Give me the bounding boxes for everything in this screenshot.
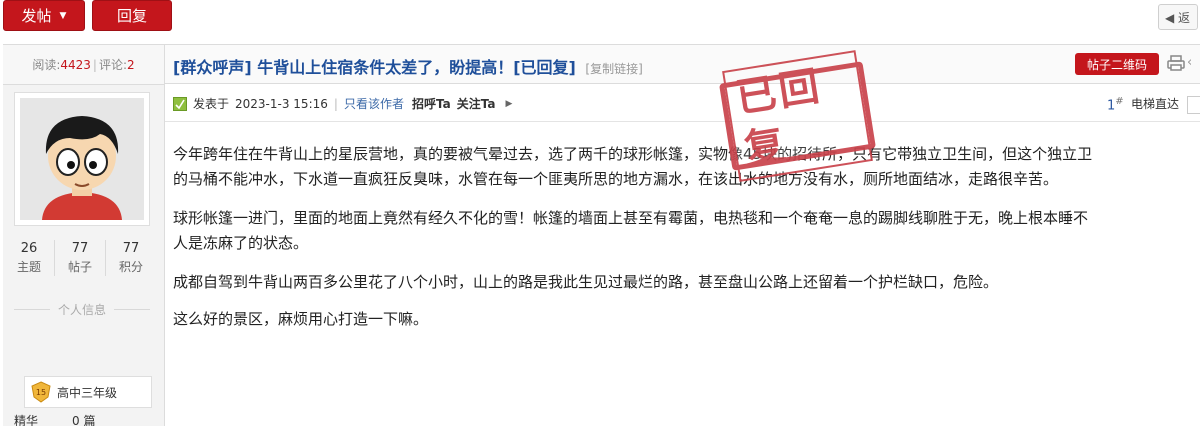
back-button[interactable]: ◀ 返: [1158, 4, 1198, 30]
post-body: 今年跨年住在牛背山上的星辰营地，真的要被气晕过去，选了两千的球形帐篷，实物像45…: [173, 142, 1200, 346]
jump-to-floor: 电梯直达: [1131, 95, 1200, 114]
only-author-link[interactable]: 只看该作者: [344, 95, 404, 112]
views-label: 阅读:: [32, 58, 61, 72]
featured-label: 精华: [14, 414, 39, 426]
personal-info-divider: 个人信息: [14, 301, 151, 318]
stat-points-count: 77: [122, 241, 140, 256]
top-toolbar: 发帖 ▼ 回复 ◀ 返: [0, 0, 1200, 44]
post-paragraph-4: 这么好的景区，麻烦用心打造一下嘛。: [173, 310, 429, 328]
post-paragraph-2-line-1: 球形帐篷一进门，里面的地面上竟然有经久不化的雪！帐篷的墙面上甚至有霉菌，电热毯和…: [173, 209, 1089, 227]
stats-divider: |: [92, 57, 97, 72]
post-paragraph-2: 球形帐篷一进门，里面的地面上竟然有经久不化的雪！帐篷的墙面上甚至有霉菌，电热毯和…: [173, 206, 1200, 256]
jump-to-floor-label: 电梯直达: [1131, 97, 1180, 111]
user-level: 15 高中三年级: [24, 376, 152, 408]
divider-line-right: [114, 309, 151, 310]
stat-topics-count: 26: [20, 241, 38, 256]
post-paragraph-2-line-2: 人是冻麻了的状态。: [173, 234, 309, 252]
arrow-left-icon[interactable]: ‹: [1187, 55, 1192, 70]
post-paragraph-1: 今年跨年住在牛背山上的星辰营地，真的要被气晕过去，选了两千的球形帐篷，实物像45…: [173, 142, 1200, 192]
stat-posts[interactable]: 77 帖子: [55, 240, 106, 276]
greet-link[interactable]: 招呼Ta: [412, 95, 451, 112]
stat-topics[interactable]: 26 主题: [4, 240, 55, 276]
triangle-right-icon[interactable]: ▶: [505, 99, 512, 109]
print-icon[interactable]: [1167, 54, 1185, 72]
thread-title-bar: [群众呼声] 牛背山上住宿条件太差了，盼提高！[已回复] [复制链接] 帖子二维…: [165, 44, 1200, 84]
post-paragraph-1-line-2: 的马桶不能冲水，下水道一直疯狂反臭味，水管在每一个匪夷所思的地方漏水，在该出水的…: [173, 170, 1059, 188]
copy-link-button[interactable]: [复制链接]: [585, 62, 642, 76]
jump-to-floor-input[interactable]: [1186, 95, 1200, 114]
qr-code-button[interactable]: 帖子二维码: [1075, 53, 1159, 75]
reply-button-label: 回复: [116, 7, 147, 25]
replies-count: 2: [127, 57, 135, 72]
stat-points-label: 积分: [118, 260, 143, 274]
level-shield-icon: 15: [31, 381, 51, 403]
follow-link[interactable]: 关注Ta: [457, 95, 496, 112]
post-button[interactable]: 发帖 ▼: [3, 0, 85, 31]
level-label: 高中三年级: [57, 385, 118, 400]
floor-number-suffix: #: [1115, 96, 1124, 107]
stat-topics-label: 主题: [16, 260, 41, 274]
online-status-icon: [173, 96, 187, 111]
meta-divider: |: [333, 96, 338, 111]
post-paragraph-3: 成都自驾到牛背山两百多公里花了八个小时，山上的路是我此生见过最烂的路，甚至盘山公…: [173, 273, 999, 291]
replies-label: 评论:: [98, 58, 128, 72]
post-paragraph-1-line-1: 今年跨年住在牛背山上的星辰营地，真的要被气晕过去，选了两千的球形帐篷，实物像45…: [173, 145, 1093, 163]
post-meta: 发表于 2023-1-3 15:16 | 只看该作者 招呼Ta 关注Ta ▶: [173, 95, 512, 112]
stat-posts-count: 77: [71, 241, 89, 256]
post-meta-bar: 发表于 2023-1-3 15:16 | 只看该作者 招呼Ta 关注Ta ▶ 1…: [165, 84, 1200, 122]
personal-info-label: 个人信息: [58, 303, 107, 317]
featured-count: 精华 0 篇: [14, 412, 95, 426]
stat-points[interactable]: 77 积分: [106, 240, 156, 276]
thread-stats: 阅读: 4423 | 评论: 2: [3, 45, 164, 85]
author-stats: 26 主题 77 帖子 77 积分: [4, 240, 156, 276]
avatar[interactable]: [14, 92, 150, 226]
reply-button[interactable]: 回复: [92, 0, 172, 31]
replied-stamp-text: 已回复: [722, 50, 873, 182]
thread-title: [群众呼声] 牛背山上住宿条件太差了，盼提高！[已回复] [复制链接]: [173, 54, 643, 78]
post-main: [群众呼声] 牛背山上住宿条件太差了，盼提高！[已回复] [复制链接] 帖子二维…: [165, 44, 1200, 426]
chevron-down-icon: ▼: [59, 10, 67, 21]
views-count: 4423: [60, 57, 91, 72]
floor-number[interactable]: 1#: [1107, 96, 1124, 113]
divider-line-left: [14, 309, 50, 310]
thread-title-text: [群众呼声] 牛背山上住宿条件太差了，盼提高！[已回复]: [173, 58, 576, 77]
level-number: 15: [36, 388, 46, 397]
posted-prefix: 发表于: [193, 97, 230, 111]
featured-value: 0 篇: [72, 414, 96, 426]
avatar-cartoon-icon: [20, 98, 144, 220]
stat-posts-label: 帖子: [67, 260, 92, 274]
replied-stamp: 已回复: [719, 50, 876, 182]
post-button-label: 发帖: [21, 7, 52, 25]
posted-time: 2023-1-3 15:16: [235, 96, 328, 111]
